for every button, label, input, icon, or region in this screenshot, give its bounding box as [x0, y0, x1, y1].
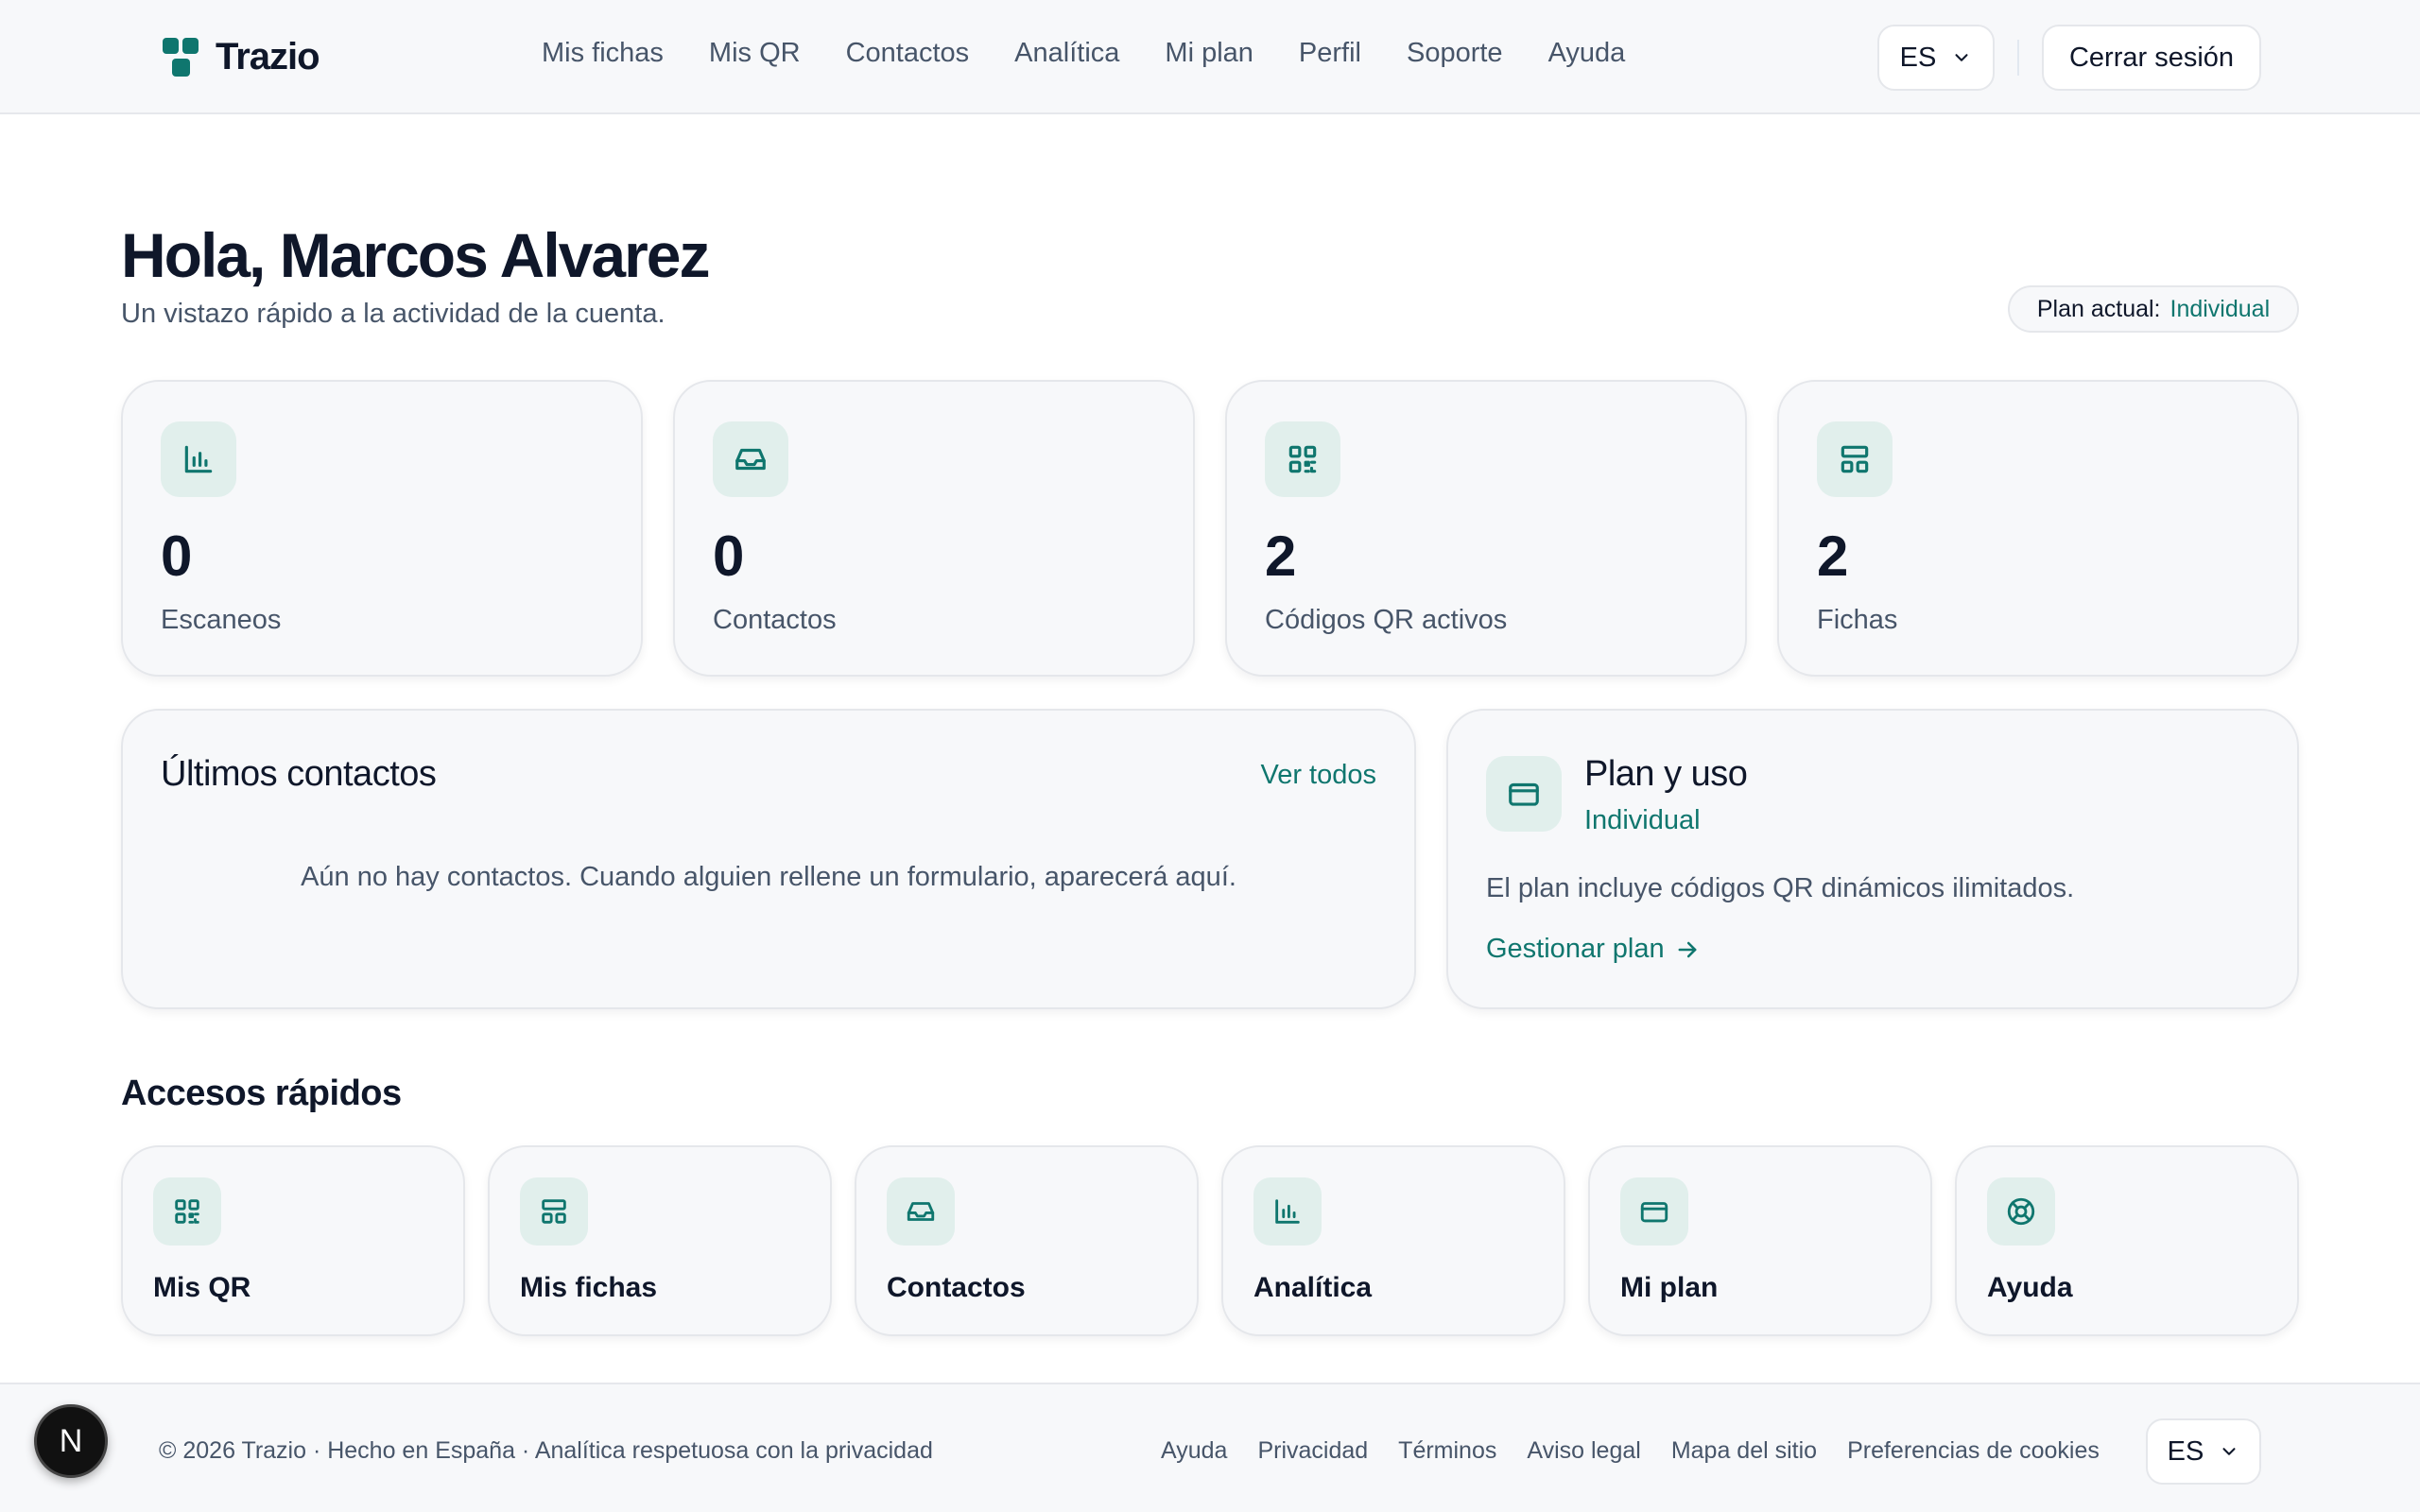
inbox-icon	[887, 1177, 955, 1246]
stat-value: 0	[713, 524, 745, 588]
quick-access-label: Mis QR	[153, 1272, 251, 1303]
view-all-link[interactable]: Ver todos	[1260, 760, 1376, 791]
empty-contacts-message: Aún no hay contactos. Cuando alguien rel…	[301, 862, 1236, 892]
footer-language-selector[interactable]: ES	[2146, 1418, 2261, 1485]
nav-soporte[interactable]: Soporte	[1407, 38, 1503, 69]
main-nav: Mis fichas Mis QR Contactos Analítica Mi…	[542, 38, 1625, 69]
stat-card-sheets: 2 Fichas	[1777, 380, 2299, 677]
stat-value: 2	[1817, 524, 1849, 588]
plan-badge-label: Plan actual:	[2036, 295, 2161, 322]
qr-code-icon	[153, 1177, 221, 1246]
nav-mis-fichas[interactable]: Mis fichas	[542, 38, 664, 69]
stat-label: Contactos	[713, 605, 837, 635]
qr-code-icon	[1265, 421, 1340, 497]
header-divider	[2017, 40, 2019, 76]
dev-tools-badge[interactable]: N	[34, 1404, 108, 1478]
stat-card-qr-codes: 2 Códigos QR activos	[1225, 380, 1747, 677]
quick-access-title: Accesos rápidos	[121, 1074, 402, 1113]
logo-icon	[163, 37, 200, 77]
plan-badge-value: Individual	[2169, 295, 2271, 322]
nav-contactos[interactable]: Contactos	[846, 38, 970, 69]
bar-chart-icon	[161, 421, 236, 497]
footer-link-cookies[interactable]: Preferencias de cookies	[1847, 1437, 2100, 1465]
chevron-down-icon	[1955, 54, 1968, 61]
plan-name: Individual	[1584, 805, 1701, 835]
current-plan-badge: Plan actual: Individual	[2008, 285, 2299, 333]
chevron-down-icon	[2222, 1448, 2236, 1455]
layout-icon	[520, 1177, 588, 1246]
quick-access-mi-plan[interactable]: Mi plan	[1588, 1145, 1932, 1336]
language-selector[interactable]: ES	[1877, 25, 1995, 91]
language-value: ES	[2167, 1435, 2204, 1467]
page-footer: © 2026 Trazio · Hecho en España · Analít…	[0, 1383, 2420, 1512]
stat-label: Escaneos	[161, 605, 282, 635]
nav-perfil[interactable]: Perfil	[1299, 38, 1361, 69]
brand-name: Trazio	[216, 36, 320, 77]
footer-link-ayuda[interactable]: Ayuda	[1161, 1437, 1227, 1465]
logout-button[interactable]: Cerrar sesión	[2042, 25, 2261, 91]
layout-icon	[1817, 421, 1893, 497]
stat-card-scans: 0 Escaneos	[121, 380, 643, 677]
quick-access-ayuda[interactable]: Ayuda	[1955, 1145, 2299, 1336]
quick-access-label: Ayuda	[1987, 1272, 2073, 1303]
recent-contacts-card: Últimos contactos Ver todos Aún no hay c…	[121, 709, 1416, 1009]
brand-logo[interactable]: Trazio	[163, 36, 320, 78]
quick-access-mis-qr[interactable]: Mis QR	[121, 1145, 465, 1336]
recent-contacts-title: Últimos contactos	[161, 754, 437, 794]
arrow-right-icon	[1678, 941, 1697, 957]
footer-copyright: © 2026 Trazio · Hecho en España · Analít…	[159, 1437, 933, 1464]
quick-access-label: Mi plan	[1620, 1272, 1719, 1303]
nav-analitica[interactable]: Analítica	[1014, 38, 1119, 69]
quick-access-label: Contactos	[887, 1272, 1026, 1303]
footer-links: Ayuda Privacidad Términos Aviso legal Ma…	[1161, 1437, 2100, 1465]
life-buoy-icon	[1987, 1177, 2055, 1246]
quick-access-label: Mis fichas	[520, 1272, 658, 1303]
quick-access-mis-fichas[interactable]: Mis fichas	[488, 1145, 832, 1336]
nav-mi-plan[interactable]: Mi plan	[1165, 38, 1253, 69]
stat-value: 2	[1265, 524, 1297, 588]
stat-value: 0	[161, 524, 193, 588]
language-value: ES	[1899, 42, 1937, 73]
quick-access-contactos[interactable]: Contactos	[855, 1145, 1199, 1336]
footer-link-mapa-sitio[interactable]: Mapa del sitio	[1671, 1437, 1817, 1465]
footer-link-aviso-legal[interactable]: Aviso legal	[1527, 1437, 1640, 1465]
quick-access-label: Analítica	[1253, 1272, 1373, 1303]
footer-link-privacidad[interactable]: Privacidad	[1257, 1437, 1368, 1465]
bar-chart-icon	[1253, 1177, 1322, 1246]
manage-plan-label: Gestionar plan	[1486, 934, 1665, 964]
page-title: Hola, Marcos Alvarez	[121, 220, 710, 290]
credit-card-icon	[1486, 756, 1562, 832]
top-header: Trazio Mis fichas Mis QR Contactos Analí…	[0, 0, 2420, 114]
plan-usage-card: Plan y uso Individual El plan incluye có…	[1446, 709, 2299, 1009]
credit-card-icon	[1620, 1177, 1688, 1246]
nav-ayuda[interactable]: Ayuda	[1548, 38, 1626, 69]
page-subtitle: Un vistazo rápido a la actividad de la c…	[121, 299, 666, 329]
footer-link-terminos[interactable]: Términos	[1398, 1437, 1496, 1465]
nav-mis-qr[interactable]: Mis QR	[709, 38, 801, 69]
stat-label: Códigos QR activos	[1265, 605, 1508, 635]
stat-card-contacts: 0 Contactos	[673, 380, 1195, 677]
inbox-icon	[713, 421, 788, 497]
manage-plan-link[interactable]: Gestionar plan	[1486, 934, 1701, 965]
stat-label: Fichas	[1817, 605, 1898, 635]
plan-description: El plan incluye códigos QR dinámicos ili…	[1486, 873, 2075, 903]
plan-usage-title: Plan y uso	[1584, 754, 1748, 794]
quick-access-analitica[interactable]: Analítica	[1221, 1145, 1565, 1336]
